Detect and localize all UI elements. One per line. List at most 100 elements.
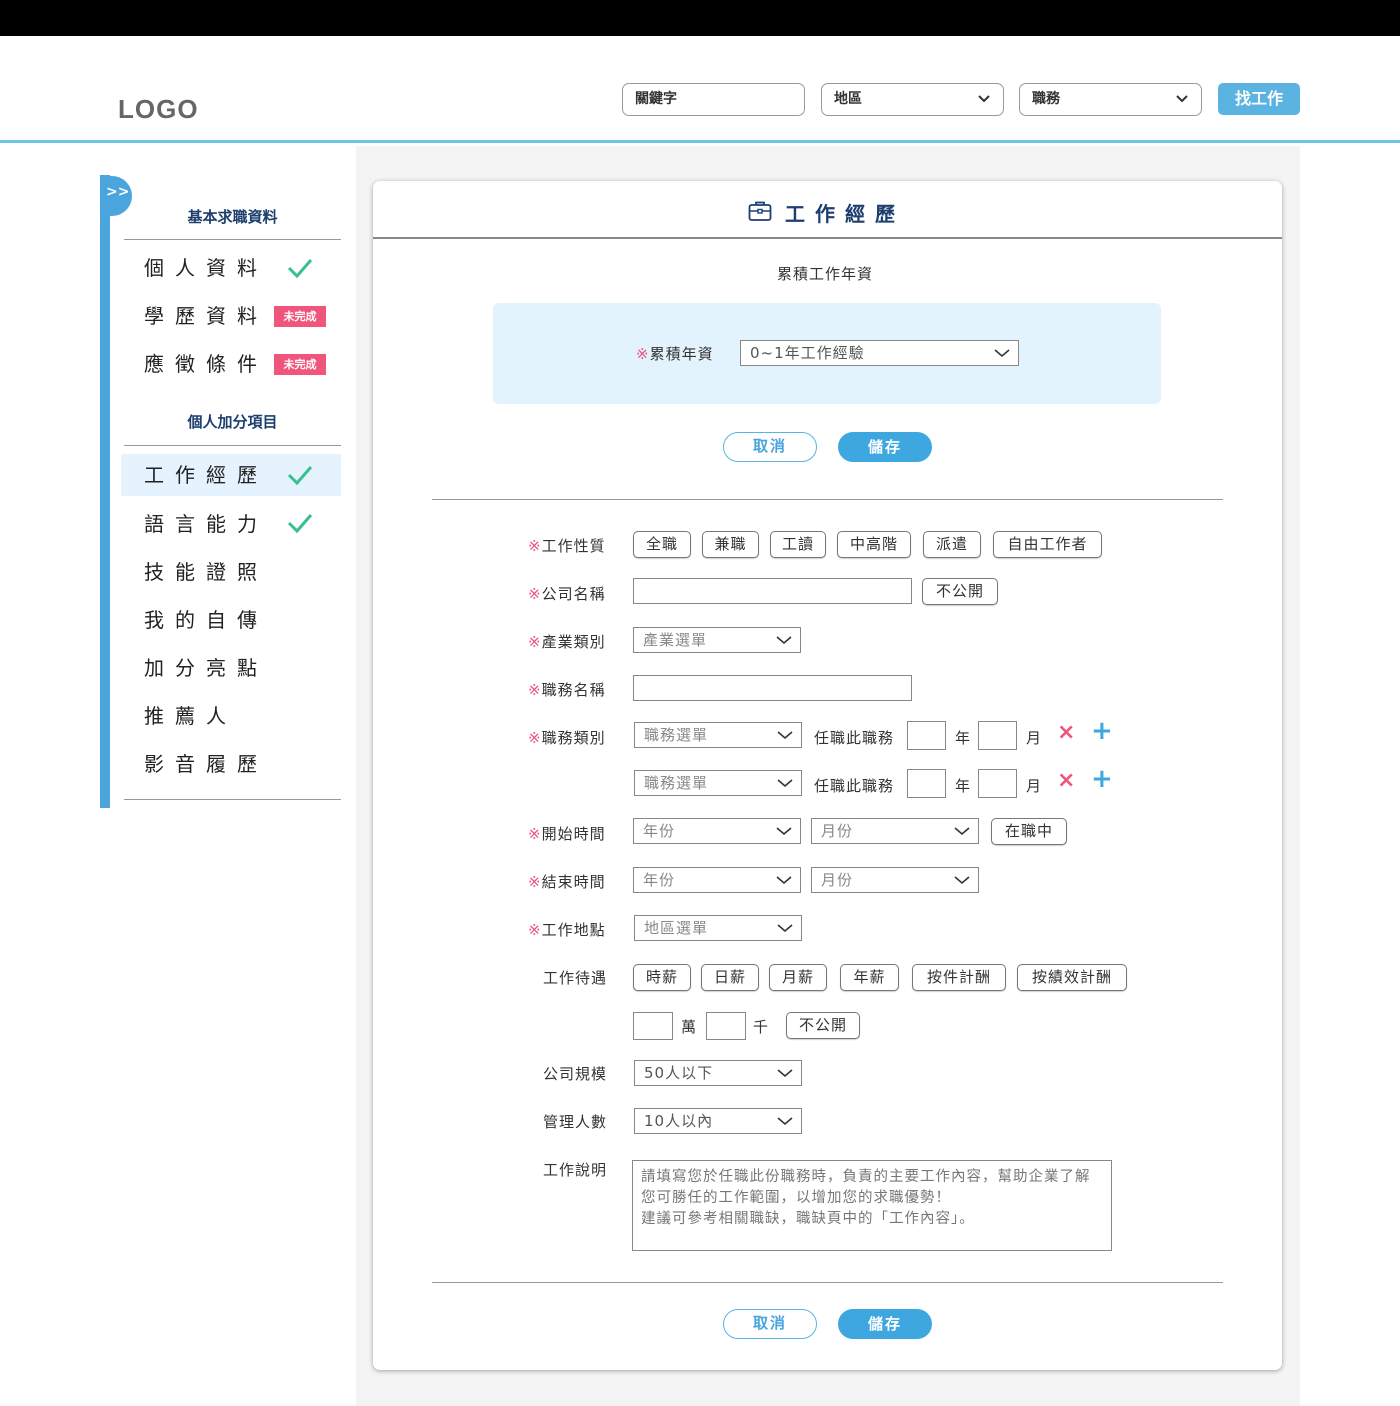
managed-count-label: 管理人數 [543, 1113, 608, 1131]
salary-option[interactable]: 按件計酬 [912, 964, 1006, 991]
industry-select[interactable]: 產業選單 [633, 627, 801, 653]
divider [432, 499, 1223, 500]
managed-count-select[interactable]: 10人以內 [634, 1108, 802, 1134]
divider [124, 799, 341, 800]
sidebar-section-basic-title: 基本求職資料 [187, 208, 278, 226]
sidebar-item-referee[interactable]: 推薦人 [121, 695, 341, 737]
job-nature-option[interactable]: 中高階 [837, 531, 911, 558]
sidebar-item-label: 學歷資料 [144, 304, 268, 328]
job-nature-option[interactable]: 工讀 [770, 531, 826, 558]
remove-icon[interactable]: × [1057, 720, 1075, 745]
logo[interactable]: LOGO [118, 94, 199, 125]
add-icon[interactable]: + [1091, 716, 1113, 746]
location-select[interactable]: 地區選單 [634, 915, 802, 941]
job-nature-option[interactable]: 派遣 [923, 531, 981, 558]
sidebar-item-label: 應徵條件 [144, 352, 268, 376]
seniority-label: ※累積年資 [636, 345, 714, 363]
job-nature-option[interactable]: 自由工作者 [993, 531, 1102, 558]
sidebar-section-bonus-title: 個人加分項目 [187, 413, 278, 431]
salary-option[interactable]: 月薪 [769, 964, 827, 991]
sidebar-item-label: 工作經歷 [144, 463, 268, 487]
chevron-down-icon [776, 876, 792, 885]
chevron-down-icon [978, 95, 990, 103]
job-category-label: ※職務類別 [528, 729, 606, 747]
sidebar-item-label: 語言能力 [144, 512, 268, 536]
salary-wan-input[interactable] [633, 1012, 673, 1040]
job-title-label: ※職務名稱 [528, 681, 606, 699]
keyword-input[interactable]: 關鍵字 [622, 83, 805, 116]
start-month-select[interactable]: 月份 [811, 818, 979, 844]
job-category-select[interactable]: 職務選單 [634, 722, 802, 748]
tenure-months-input[interactable] [978, 769, 1017, 798]
start-time-label: ※開始時間 [528, 825, 606, 843]
site-header: LOGO 關鍵字 地區 職務 找工作 [0, 36, 1400, 143]
region-select-label: 地區 [834, 91, 862, 107]
sidebar-accent-bar [100, 175, 110, 808]
sidebar-item-label: 推薦人 [144, 704, 237, 728]
tenure-months-input[interactable] [978, 721, 1017, 750]
salary-hide-toggle[interactable]: 不公開 [786, 1012, 860, 1039]
salary-qian-input[interactable] [706, 1012, 746, 1040]
sidebar-item-label: 個人資料 [144, 256, 268, 280]
incomplete-badge: 未完成 [274, 354, 326, 375]
chevron-down-icon [777, 1117, 793, 1126]
save-button[interactable]: 儲存 [838, 1309, 932, 1339]
end-year-select[interactable]: 年份 [633, 867, 801, 893]
divider [124, 445, 341, 446]
cancel-button[interactable]: 取消 [723, 1309, 817, 1339]
chevron-down-icon [776, 827, 792, 836]
sidebar-item-highlights[interactable]: 加分亮點 [121, 647, 341, 689]
find-job-button[interactable]: 找工作 [1218, 83, 1300, 115]
job-nature-option[interactable]: 兼職 [702, 531, 759, 558]
chevron-down-icon [776, 636, 792, 645]
cancel-button[interactable]: 取消 [723, 432, 817, 462]
save-button[interactable]: 儲存 [838, 432, 932, 462]
company-size-select[interactable]: 50人以下 [634, 1060, 802, 1086]
chevron-down-icon [777, 1069, 793, 1078]
job-title-input[interactable] [633, 675, 912, 701]
industry-label: ※產業類別 [528, 633, 606, 651]
sidebar-item-video-resume[interactable]: 影音履歷 [121, 743, 341, 785]
company-input[interactable] [633, 578, 912, 604]
start-year-select[interactable]: 年份 [633, 818, 801, 844]
salary-option[interactable]: 日薪 [701, 964, 759, 991]
top-black-bar [0, 0, 1400, 36]
job-category-select[interactable]: 職務選單 [634, 770, 802, 796]
remove-icon[interactable]: × [1057, 768, 1075, 793]
card-header: 工作經歷 [373, 181, 1282, 239]
region-select[interactable]: 地區 [821, 83, 1004, 116]
sidebar-item-skills[interactable]: 技能證照 [121, 551, 341, 593]
location-placeholder: 地區選單 [644, 919, 709, 937]
tenure-label: 任職此職務 [814, 777, 895, 795]
salary-option[interactable]: 按績效計酬 [1017, 964, 1127, 991]
salary-option[interactable]: 年薪 [840, 964, 899, 991]
tenure-years-input[interactable] [907, 721, 946, 750]
description-textarea[interactable]: 請填寫您於任職此份職務時，負責的主要工作內容，幫助企業了解您可勝任的工作範圍，以… [632, 1160, 1112, 1251]
salary-option[interactable]: 時薪 [633, 964, 691, 991]
check-icon [287, 466, 313, 486]
industry-placeholder: 產業選單 [643, 631, 708, 649]
seniority-select[interactable]: 0~1年工作經驗 [740, 340, 1019, 366]
job-nature-option[interactable]: 全職 [633, 531, 691, 558]
job-select[interactable]: 職務 [1019, 83, 1202, 116]
job-category-placeholder: 職務選單 [644, 774, 709, 792]
end-month-select[interactable]: 月份 [811, 867, 979, 893]
job-category-placeholder: 職務選單 [644, 726, 709, 744]
chevron-down-icon [994, 349, 1010, 358]
seniority-heading: 累積工作年資 [777, 265, 874, 283]
job-nature-label: ※工作性質 [528, 537, 606, 555]
sidebar-item-label: 影音履歷 [144, 752, 268, 776]
year-unit: 年 [955, 729, 972, 747]
chevron-down-icon [777, 924, 793, 933]
add-icon[interactable]: + [1091, 764, 1113, 794]
incomplete-badge: 未完成 [274, 306, 326, 327]
currently-employed-toggle[interactable]: 在職中 [991, 818, 1067, 845]
company-hide-toggle[interactable]: 不公開 [922, 578, 998, 605]
chevron-down-icon [954, 827, 970, 836]
sidebar-item-autobiography[interactable]: 我的自傳 [121, 599, 341, 641]
chevron-down-icon [777, 731, 793, 740]
company-size-label: 公司規模 [543, 1065, 608, 1083]
location-label: ※工作地點 [528, 921, 606, 939]
tenure-years-input[interactable] [907, 769, 946, 798]
chevron-down-icon [777, 779, 793, 788]
